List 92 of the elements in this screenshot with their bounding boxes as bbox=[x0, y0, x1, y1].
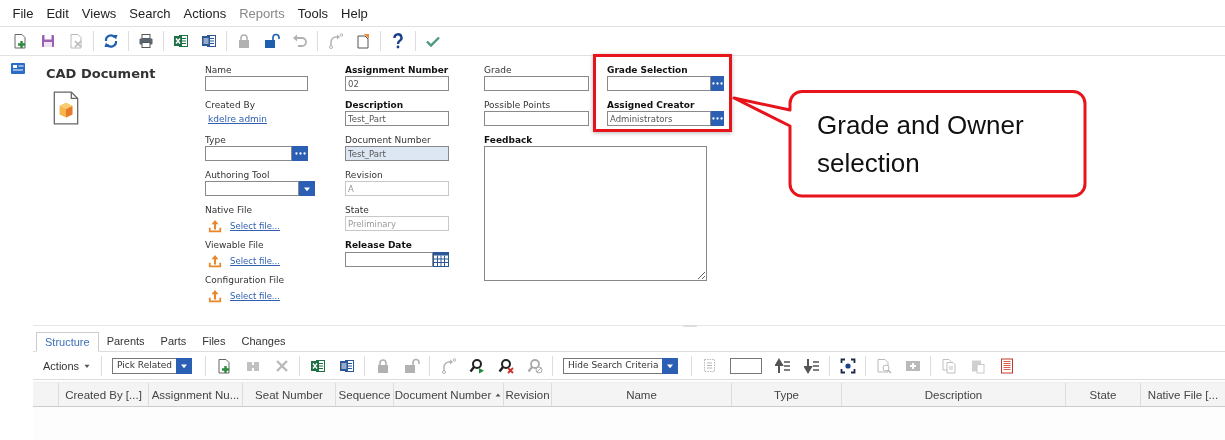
tab[interactable]: Structure bbox=[36, 332, 99, 352]
select-file-link[interactable]: Select file... bbox=[230, 256, 280, 266]
save-icon[interactable] bbox=[40, 33, 56, 49]
spreadsheet-icon[interactable] bbox=[173, 33, 189, 49]
calendar-icon[interactable] bbox=[433, 251, 449, 267]
text-field[interactable] bbox=[607, 76, 711, 91]
dropdown-button[interactable] bbox=[662, 357, 679, 374]
column-header[interactable]: Created By [...] bbox=[65, 388, 142, 401]
column-header[interactable]: Native File [... bbox=[1147, 388, 1219, 401]
tab[interactable]: Files bbox=[194, 332, 234, 351]
focus-icon[interactable] bbox=[839, 357, 856, 374]
dropdown-field[interactable] bbox=[205, 181, 299, 196]
dropdown-field[interactable]: Pick Related bbox=[112, 357, 176, 374]
move-up-icon[interactable] bbox=[774, 357, 791, 374]
text-field[interactable]: Administrators bbox=[607, 111, 711, 126]
text-field[interactable] bbox=[484, 76, 589, 91]
menu-item[interactable]: File bbox=[6, 5, 40, 21]
menu-item[interactable]: Edit bbox=[39, 5, 76, 21]
spreadsheet-icon[interactable] bbox=[309, 357, 326, 374]
field-label: Created By bbox=[205, 99, 256, 111]
column-header[interactable]: Type bbox=[774, 388, 799, 401]
menu-item[interactable]: Views bbox=[75, 5, 123, 21]
browse-button[interactable] bbox=[711, 111, 724, 126]
report-icon[interactable] bbox=[998, 357, 1015, 374]
select-file-link[interactable]: Select file... bbox=[230, 291, 280, 301]
column-header[interactable]: Description bbox=[924, 388, 983, 401]
user-link[interactable]: kdelre admin bbox=[208, 114, 268, 124]
new-document-icon[interactable] bbox=[12, 33, 28, 49]
tab[interactable]: Changes bbox=[233, 332, 294, 351]
field-label: Grade Selection bbox=[607, 64, 689, 76]
feedback-area[interactable] bbox=[484, 146, 707, 281]
field-label: Document Number bbox=[345, 134, 432, 146]
unlock-icon[interactable] bbox=[264, 33, 280, 49]
tab[interactable]: Parents bbox=[98, 332, 153, 351]
text-field[interactable]: 02 bbox=[345, 76, 449, 91]
text-field[interactable]: Test_Part bbox=[345, 111, 449, 126]
dropdown-field[interactable]: Hide Search Criteria bbox=[563, 357, 663, 374]
upload-icon[interactable] bbox=[208, 289, 222, 303]
column-header[interactable]: Assignment Nu... bbox=[151, 388, 240, 401]
date-field[interactable] bbox=[345, 251, 433, 267]
column-header[interactable]: Revision bbox=[505, 388, 550, 401]
field-label: Revision bbox=[345, 169, 384, 181]
text-field[interactable]: Test_Part bbox=[345, 146, 449, 161]
cad-file-icon bbox=[52, 91, 80, 125]
print-icon[interactable] bbox=[138, 33, 154, 49]
field-label: Authoring Tool bbox=[205, 169, 271, 181]
field-label: Type bbox=[205, 134, 227, 146]
text-field[interactable] bbox=[205, 76, 308, 91]
field-label: Description bbox=[345, 99, 405, 111]
field-label: Native File bbox=[205, 204, 254, 216]
select-file-link[interactable]: Select file... bbox=[230, 221, 280, 231]
browse-button[interactable] bbox=[711, 76, 724, 91]
field-label: Grade bbox=[484, 64, 513, 76]
dropdown-button[interactable] bbox=[299, 181, 315, 196]
upload-icon[interactable] bbox=[208, 254, 222, 268]
document-icon[interactable] bbox=[355, 33, 371, 49]
field-label: Possible Points bbox=[484, 99, 552, 111]
actions-menu[interactable]: Actions bbox=[41, 359, 99, 372]
text-document-icon[interactable] bbox=[338, 357, 355, 374]
callout-text: Grade and Owner selection bbox=[817, 109, 1025, 180]
search-clear-icon[interactable] bbox=[497, 357, 514, 374]
help-icon[interactable] bbox=[390, 33, 406, 49]
text-field[interactable] bbox=[205, 146, 292, 161]
field-label: Release Date bbox=[345, 239, 413, 251]
menu-item[interactable]: Help bbox=[334, 5, 375, 21]
text-field[interactable] bbox=[484, 111, 589, 126]
field-label: Configuration File bbox=[205, 274, 285, 286]
field-label: Assignment Number bbox=[345, 64, 450, 76]
column-header[interactable]: State bbox=[1089, 388, 1117, 401]
field-label: Name bbox=[205, 64, 233, 76]
field-label: Viewable File bbox=[205, 239, 265, 251]
browse-button[interactable] bbox=[292, 146, 308, 161]
column-header[interactable]: Document Number bbox=[394, 388, 492, 401]
upload-icon[interactable] bbox=[208, 219, 222, 233]
menu-item[interactable]: Actions bbox=[177, 5, 233, 21]
search-icon[interactable] bbox=[468, 357, 485, 374]
column-header[interactable]: Seat Number bbox=[255, 388, 323, 401]
field-label: State bbox=[345, 204, 370, 216]
menu-item[interactable]: Search bbox=[122, 5, 177, 21]
record-title: CAD Document bbox=[46, 66, 157, 81]
add-item-icon[interactable] bbox=[215, 357, 232, 374]
page-size-field[interactable] bbox=[730, 357, 763, 374]
dropdown-button[interactable] bbox=[176, 357, 192, 374]
column-header[interactable]: Name bbox=[626, 388, 657, 401]
field-label: Assigned Creator bbox=[607, 99, 696, 111]
field-label: Feedback bbox=[484, 134, 534, 146]
move-down-icon[interactable] bbox=[803, 357, 820, 374]
menu-item[interactable]: Tools bbox=[291, 5, 335, 21]
tab[interactable]: Parts bbox=[152, 332, 195, 351]
column-header[interactable]: Sequence bbox=[338, 388, 391, 401]
text-document-icon[interactable] bbox=[201, 33, 217, 49]
refresh-icon[interactable] bbox=[103, 33, 119, 49]
